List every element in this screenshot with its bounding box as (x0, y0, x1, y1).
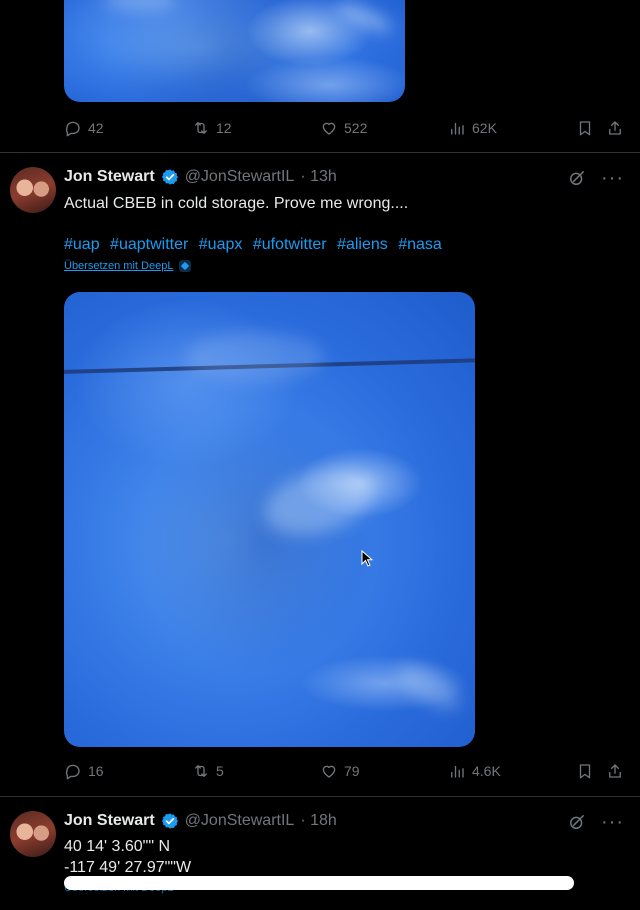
retweet-button[interactable]: 5 (192, 762, 224, 780)
tweet-top-actions: ··· (567, 168, 624, 188)
views-button[interactable]: 62K (448, 119, 497, 137)
author-name[interactable]: Jon Stewart (64, 168, 155, 186)
retweet-count: 5 (216, 763, 224, 779)
share-button[interactable] (606, 119, 624, 137)
reply-icon (65, 764, 80, 780)
tweet-text-line: 40 14' 3.60"" N (64, 838, 171, 855)
more-dots-icon[interactable]: ··· (601, 168, 624, 188)
tweet-media-video[interactable] (64, 0, 405, 102)
tweet-divider (0, 152, 640, 153)
tweet-divider (0, 796, 640, 797)
verified-badge-icon (161, 169, 178, 185)
avatar[interactable] (10, 167, 56, 213)
reply-button[interactable]: 16 (64, 762, 104, 780)
like-button[interactable]: 522 (320, 119, 367, 137)
share-icon (609, 121, 621, 135)
reply-button[interactable]: 42 (64, 119, 104, 137)
bookmark-icon (579, 121, 591, 136)
heart-icon (322, 765, 336, 778)
views-button[interactable]: 4.6K (448, 762, 501, 780)
tweet-media-video[interactable] (64, 292, 475, 747)
views-chart-icon (451, 765, 464, 778)
retweet-count: 12 (216, 120, 232, 136)
avatar[interactable] (10, 811, 56, 857)
hashtag-link[interactable]: #uapx (199, 236, 243, 253)
views-count: 4.6K (472, 763, 501, 779)
more-dots-icon[interactable]: ··· (601, 812, 624, 832)
retweet-button[interactable]: 12 (192, 119, 232, 137)
like-count: 79 (344, 763, 360, 779)
tweet-text: Actual CBEB in cold storage. Prove me wr… (64, 195, 409, 212)
retweet-icon (195, 765, 207, 777)
views-chart-icon (451, 122, 464, 135)
tweet-timestamp[interactable]: · 13h (300, 168, 336, 186)
hashtag-link[interactable]: #ufotwitter (253, 236, 327, 253)
author-handle[interactable]: @JonStewartIL (185, 812, 295, 830)
translate-label: Übersetzen mit DeepL (64, 260, 174, 272)
reply-icon (65, 121, 80, 137)
like-button[interactable]: 79 (320, 762, 360, 780)
grok-icon[interactable] (567, 168, 587, 188)
hashtag-link[interactable]: #nasa (398, 236, 442, 253)
like-count: 522 (344, 120, 368, 136)
deepl-icon (179, 260, 192, 272)
redaction-bar (64, 876, 574, 890)
tweet-action-bar: 42 12 522 62K (64, 119, 624, 141)
tweet-top-actions: ··· (567, 812, 624, 832)
share-icon (609, 764, 621, 778)
reply-count: 42 (88, 120, 104, 136)
author-handle[interactable]: @JonStewartIL (185, 168, 295, 186)
tweet-header: Jon Stewart @JonStewartIL · 18h (64, 812, 337, 830)
bookmark-icon (579, 764, 591, 779)
bookmark-button[interactable] (576, 762, 594, 780)
verified-badge-icon (161, 813, 178, 829)
tweet-timestamp[interactable]: · 18h (300, 812, 336, 830)
hashtag-link[interactable]: #aliens (337, 236, 388, 253)
reply-count: 16 (88, 763, 104, 779)
grok-icon[interactable] (567, 812, 587, 832)
tweet-header: Jon Stewart @JonStewartIL · 13h (64, 168, 337, 186)
translate-link[interactable]: Übersetzen mit DeepL (64, 260, 192, 272)
author-name[interactable]: Jon Stewart (64, 812, 155, 830)
share-button[interactable] (606, 762, 624, 780)
views-count: 62K (472, 120, 497, 136)
heart-icon (322, 122, 336, 135)
hashtag-link[interactable]: #uap (64, 236, 100, 253)
hashtag-link[interactable]: #uaptwitter (110, 236, 188, 253)
hashtag-list: #uap #uaptwitter #uapx #ufotwitter #alie… (64, 236, 448, 254)
bookmark-button[interactable] (576, 119, 594, 137)
retweet-icon (195, 122, 207, 134)
mouse-cursor-icon (361, 550, 374, 567)
tweet-action-bar: 16 5 79 4.6K (64, 762, 624, 784)
